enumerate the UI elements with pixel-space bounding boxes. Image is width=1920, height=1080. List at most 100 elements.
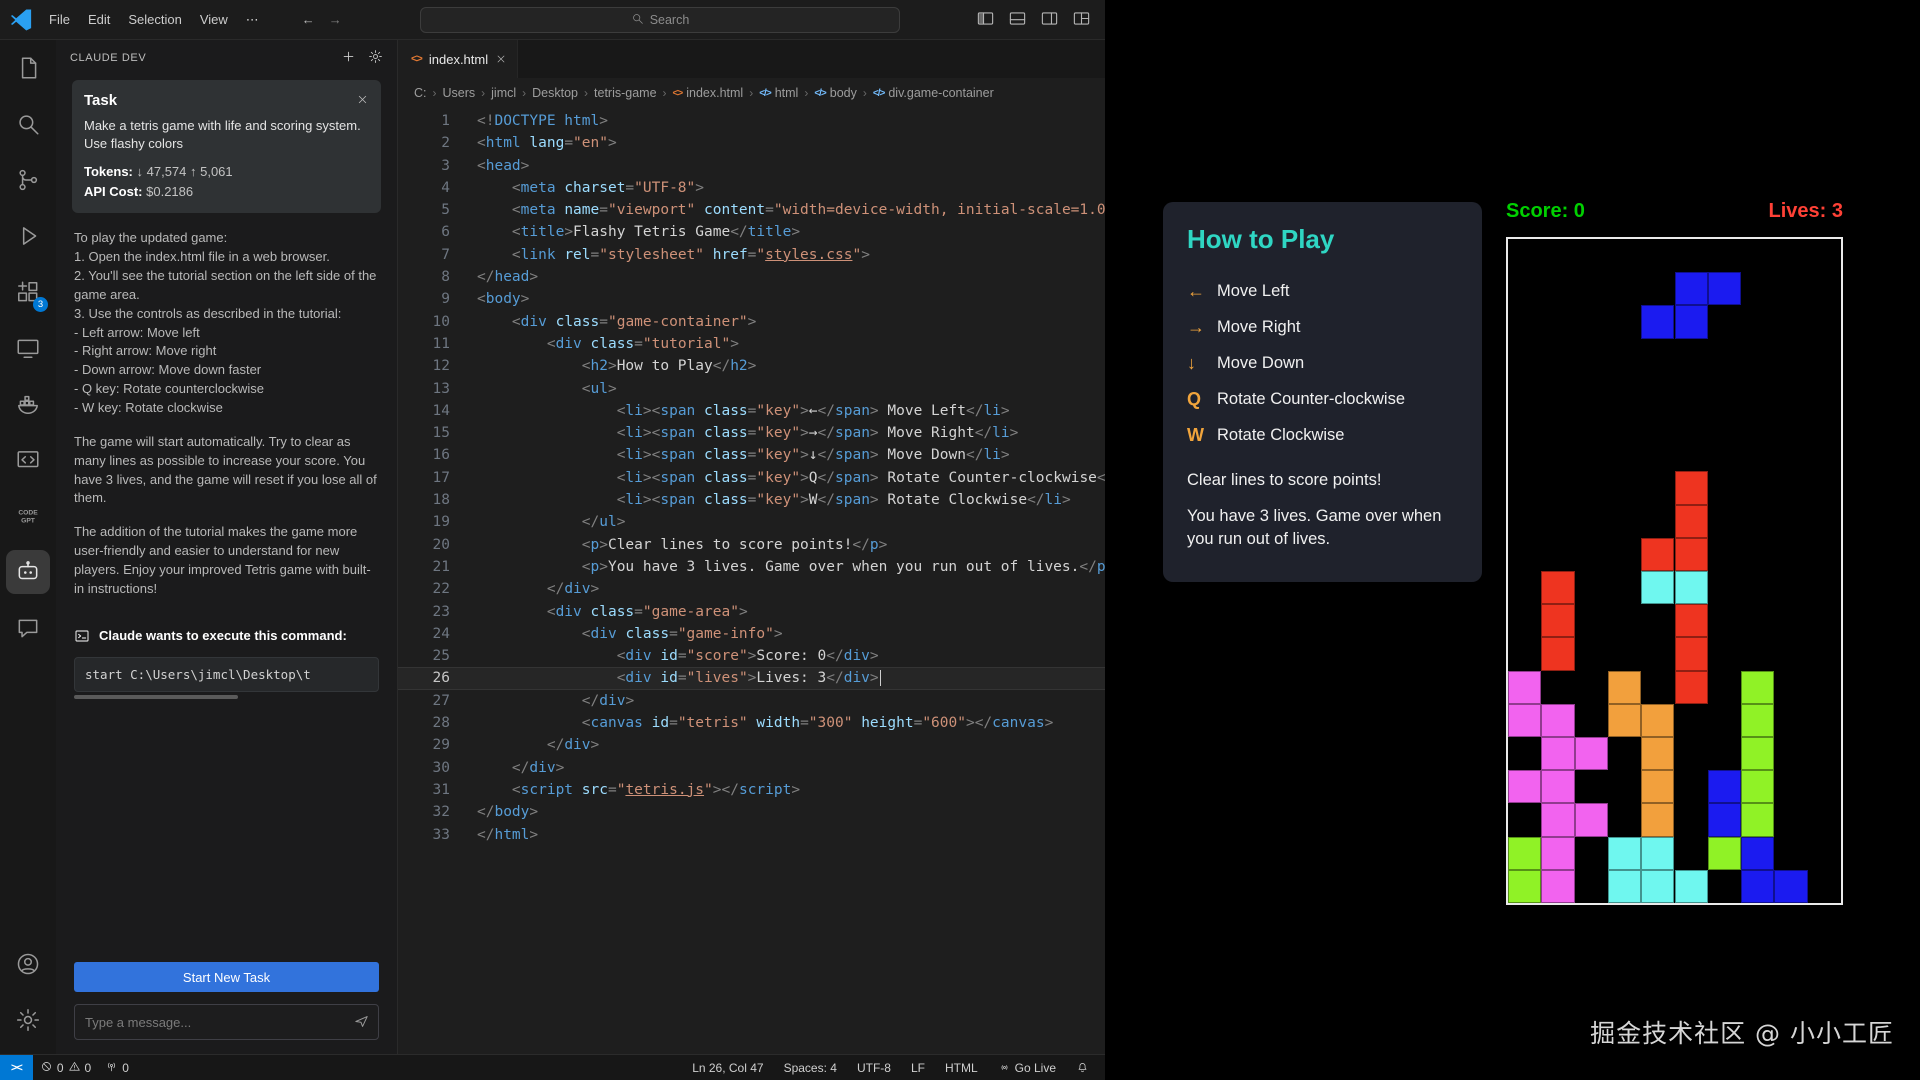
ports-indicator[interactable]: 0	[98, 1055, 136, 1080]
activity-item-settings[interactable]	[6, 998, 50, 1042]
code-line-8[interactable]: 8</head>	[398, 266, 1105, 288]
activity-item-codegpt[interactable]: CODEGPT	[6, 494, 50, 538]
status-item-ln[interactable]: Ln 26, Col 47	[684, 1061, 771, 1075]
tab-label: index.html	[429, 52, 488, 67]
layout-right-icon[interactable]	[1040, 9, 1059, 31]
status-item-lf[interactable]: LF	[903, 1061, 933, 1075]
code-line-21[interactable]: 21 <p>You have 3 lives. Game over when y…	[398, 556, 1105, 578]
warnings-icon	[68, 1060, 81, 1076]
code-line-16[interactable]: 16 <li><span class="key">↓</span> Move D…	[398, 444, 1105, 466]
code-line-1[interactable]: 1<!DOCTYPE html>	[398, 110, 1105, 132]
activity-item-comments[interactable]	[6, 606, 50, 650]
message-line: 1. Open the index.html file in a web bro…	[74, 248, 379, 267]
activity-item-source-control[interactable]	[6, 158, 50, 202]
menu-more[interactable]: ⋯	[237, 8, 268, 32]
activity-item-explorer[interactable]	[6, 46, 50, 90]
code-line-19[interactable]: 19 </ul>	[398, 511, 1105, 533]
new-task-icon[interactable]	[341, 49, 356, 67]
breadcrumb-div-game-container[interactable]: </>div.game-container	[873, 86, 994, 100]
breadcrumb-desktop[interactable]: Desktop	[532, 86, 578, 100]
tetris-canvas[interactable]	[1506, 237, 1843, 905]
activity-item-remote-explorer[interactable]	[6, 326, 50, 370]
go-live-button[interactable]: Go Live	[990, 1061, 1064, 1075]
status-item-html[interactable]: HTML	[937, 1061, 986, 1075]
breadcrumb-tetris-game[interactable]: tetris-game	[594, 86, 657, 100]
code-line-11[interactable]: 11 <div class="tutorial">	[398, 333, 1105, 355]
code-line-18[interactable]: 18 <li><span class="key">W</span> Rotate…	[398, 489, 1105, 511]
code-line-4[interactable]: 4 <meta charset="UTF-8">	[398, 177, 1105, 199]
title-bar: FileEditSelectionView⋯ ← → Search	[0, 0, 1105, 40]
breadcrumb-users[interactable]: Users	[443, 86, 476, 100]
activity-item-extensions[interactable]: 3	[6, 270, 50, 314]
code-line-31[interactable]: 31 <script src="tetris.js"></script>	[398, 779, 1105, 801]
code-line-17[interactable]: 17 <li><span class="key">Q</span> Rotate…	[398, 467, 1105, 489]
code-line-10[interactable]: 10 <div class="game-container">	[398, 311, 1105, 333]
code-line-28[interactable]: 28 <canvas id="tetris" width="300" heigh…	[398, 712, 1105, 734]
command-box[interactable]: start C:\Users\jimcl\Desktop\t	[74, 657, 379, 692]
send-icon[interactable]	[353, 1013, 370, 1033]
code-line-3[interactable]: 3<head>	[398, 155, 1105, 177]
code-line-22[interactable]: 22 </div>	[398, 578, 1105, 600]
code-line-26[interactable]: 26 <div id="lives">Lives: 3</div>	[398, 667, 1105, 689]
line-content: <li><span class="key">→</span> Move Righ…	[477, 422, 1018, 444]
layout-custom-icon[interactable]	[1072, 9, 1091, 31]
code-line-33[interactable]: 33</html>	[398, 824, 1105, 846]
code-line-7[interactable]: 7 <link rel="stylesheet" href="styles.cs…	[398, 244, 1105, 266]
command-center-search[interactable]: Search	[420, 7, 900, 33]
code-line-25[interactable]: 25 <div id="score">Score: 0</div>	[398, 645, 1105, 667]
start-new-task-button[interactable]: Start New Task	[74, 962, 379, 992]
menu-file[interactable]: File	[40, 8, 79, 31]
code-area[interactable]: 1<!DOCTYPE html>2<html lang="en">3<head>…	[398, 108, 1105, 1054]
code-line-29[interactable]: 29 </div>	[398, 734, 1105, 756]
menu-selection[interactable]: Selection	[119, 8, 190, 31]
code-line-14[interactable]: 14 <li><span class="key">←</span> Move L…	[398, 400, 1105, 422]
breadcrumb-html[interactable]: </>html	[759, 86, 798, 100]
code-line-24[interactable]: 24 <div class="game-info">	[398, 623, 1105, 645]
activity-item-search[interactable]	[6, 102, 50, 146]
nav-forward-icon[interactable]: →	[329, 12, 342, 27]
assistant-message: To play the updated game:1. Open the ind…	[56, 213, 397, 613]
breadcrumb-body[interactable]: </>body	[814, 86, 857, 100]
notifications-bell[interactable]	[1068, 1061, 1097, 1074]
code-line-27[interactable]: 27 </div>	[398, 690, 1105, 712]
activity-item-claude[interactable]	[6, 550, 50, 594]
code-line-32[interactable]: 32</body>	[398, 801, 1105, 823]
code-line-2[interactable]: 2<html lang="en">	[398, 132, 1105, 154]
sidebar-settings-icon[interactable]	[368, 49, 383, 67]
nav-back-icon[interactable]: ←	[302, 12, 315, 27]
menu-view[interactable]: View	[191, 8, 237, 31]
code-line-12[interactable]: 12 <h2>How to Play</h2>	[398, 355, 1105, 377]
status-item-spaces[interactable]: Spaces: 4	[776, 1061, 845, 1075]
menu-edit[interactable]: Edit	[79, 8, 119, 31]
code-line-5[interactable]: 5 <meta name="viewport" content="width=d…	[398, 199, 1105, 221]
code-line-13[interactable]: 13 <ul>	[398, 378, 1105, 400]
command-request-text: Claude wants to execute this command:	[99, 628, 347, 645]
control-label: Rotate Counter-clockwise	[1217, 390, 1405, 409]
ports-count: 0	[122, 1061, 129, 1075]
message-input[interactable]	[74, 1004, 379, 1040]
activity-item-run-debug[interactable]	[6, 214, 50, 258]
layout-bottom-icon[interactable]	[1008, 9, 1027, 31]
message-line: - W key: Rotate clockwise	[74, 399, 379, 418]
message-line: The addition of the tutorial makes the g…	[74, 523, 379, 598]
code-line-15[interactable]: 15 <li><span class="key">→</span> Move R…	[398, 422, 1105, 444]
activity-item-live-preview[interactable]	[6, 438, 50, 482]
task-close-icon[interactable]	[356, 93, 369, 109]
layout-left-icon[interactable]	[976, 9, 995, 31]
code-line-6[interactable]: 6 <title>Flashy Tetris Game</title>	[398, 221, 1105, 243]
activity-item-account[interactable]	[6, 942, 50, 986]
status-item-utf-8[interactable]: UTF-8	[849, 1061, 899, 1075]
code-line-20[interactable]: 20 <p>Clear lines to score points!</p>	[398, 534, 1105, 556]
tab-close-icon[interactable]	[495, 53, 507, 65]
remote-indicator[interactable]: ><	[0, 1055, 33, 1080]
code-line-23[interactable]: 23 <div class="game-area">	[398, 601, 1105, 623]
breadcrumb-jimcl[interactable]: jimcl	[491, 86, 516, 100]
problems-indicator[interactable]: 0 0	[33, 1055, 98, 1080]
activity-item-docker[interactable]	[6, 382, 50, 426]
code-line-9[interactable]: 9<body>	[398, 288, 1105, 310]
tab-index-html[interactable]: <> index.html	[398, 40, 518, 78]
breadcrumb-c-[interactable]: C:	[414, 86, 427, 100]
code-line-30[interactable]: 30 </div>	[398, 757, 1105, 779]
svg-text:CODE: CODE	[18, 509, 38, 516]
breadcrumb-index-html[interactable]: <>index.html	[673, 86, 744, 100]
